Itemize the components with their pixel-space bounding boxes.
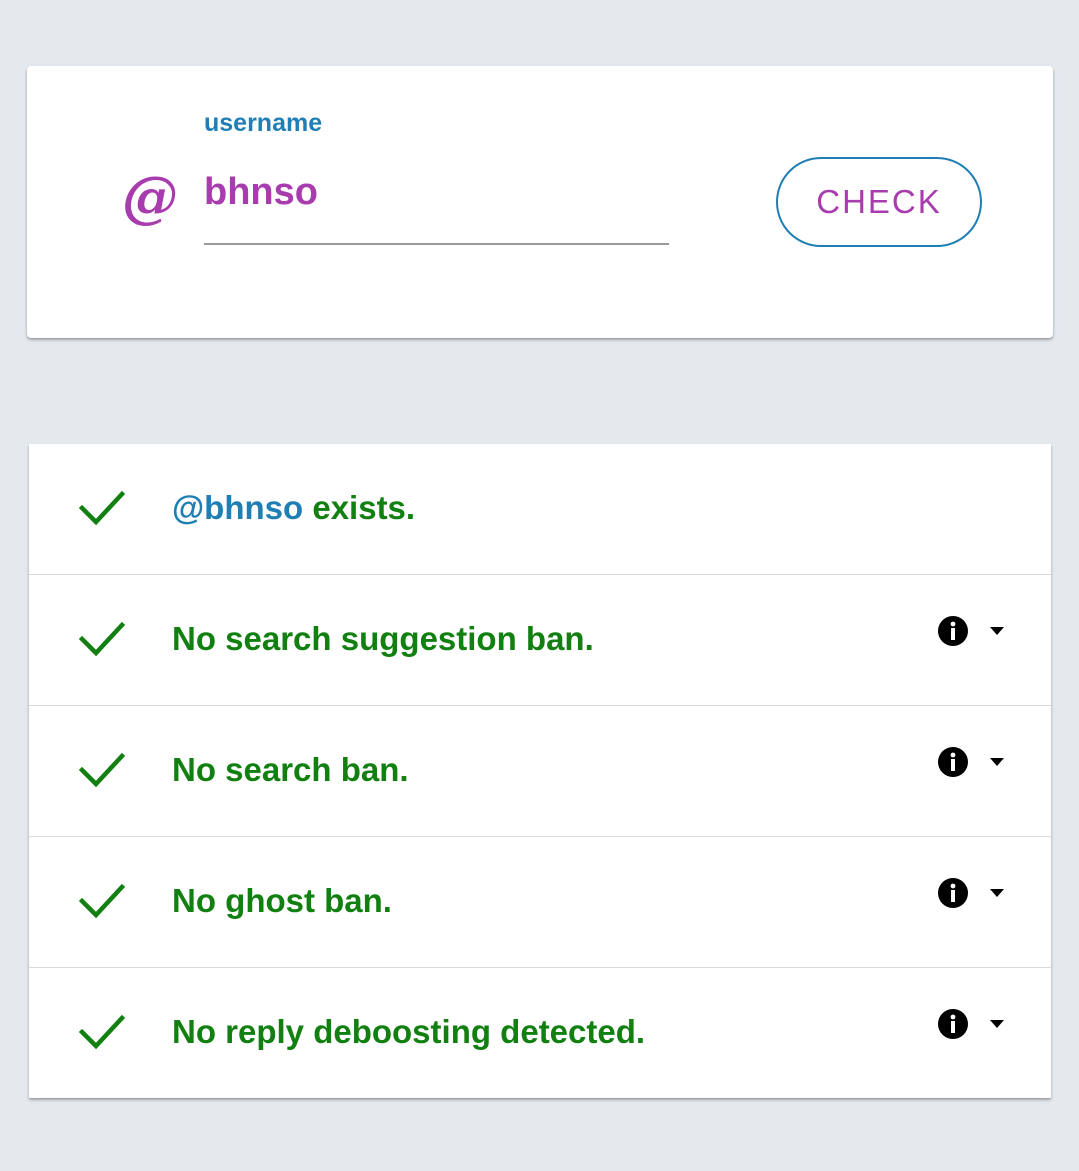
check-icon — [78, 621, 126, 657]
check-button[interactable]: CHECK — [776, 157, 982, 247]
result-text: @bhnso exists. — [172, 488, 415, 528]
check-icon — [78, 752, 126, 788]
result-text: No reply deboosting detected. — [172, 1013, 646, 1050]
dropdown-arrow-icon[interactable] — [988, 625, 1006, 637]
result-row-ghost-ban: No ghost ban. — [29, 837, 1051, 968]
info-icon[interactable] — [937, 615, 969, 647]
info-icon[interactable] — [937, 877, 969, 909]
at-icon: @ — [122, 164, 178, 230]
check-icon — [78, 490, 126, 526]
result-text: No ghost ban. — [172, 882, 392, 919]
result-row-search-suggestion-ban: No search suggestion ban. — [29, 575, 1051, 706]
username-input[interactable] — [204, 164, 668, 220]
result-row-reply-deboosting: No reply deboosting detected. — [29, 968, 1051, 1098]
result-row-exists: @bhnso exists. — [29, 444, 1051, 575]
results-card: @bhnso exists. No search suggestion ban.… — [29, 444, 1051, 1098]
input-underline — [204, 243, 669, 245]
result-row-search-ban: No search ban. — [29, 706, 1051, 837]
check-icon — [78, 1014, 126, 1050]
result-text-suffix: exists. — [303, 489, 416, 526]
result-text: No search suggestion ban. — [172, 620, 594, 657]
info-icon[interactable] — [937, 1008, 969, 1040]
check-icon — [78, 883, 126, 919]
username-handle: @bhnso — [172, 489, 304, 526]
dropdown-arrow-icon[interactable] — [988, 1018, 1006, 1030]
result-text: No search ban. — [172, 751, 409, 788]
dropdown-arrow-icon[interactable] — [988, 756, 1006, 768]
username-field-label: username — [204, 109, 323, 137]
dropdown-arrow-icon[interactable] — [988, 887, 1006, 899]
info-icon[interactable] — [937, 746, 969, 778]
